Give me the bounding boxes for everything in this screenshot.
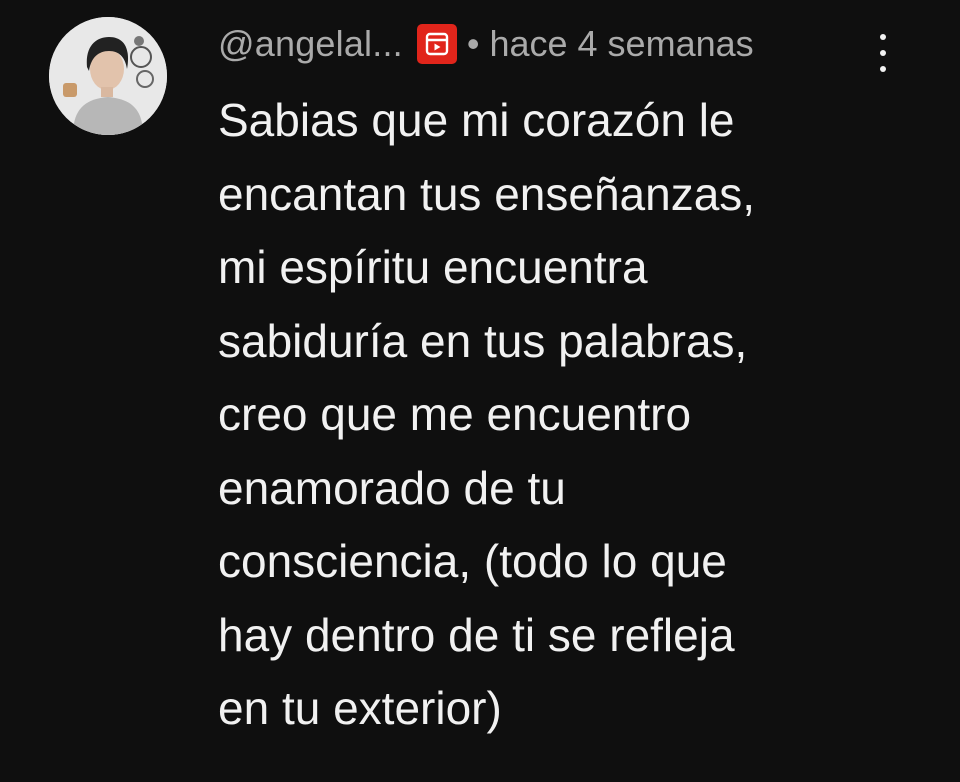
comment-line: encantan tus enseñanzas, [218, 167, 756, 220]
comment-author[interactable]: @angelal... [218, 23, 403, 65]
comment-line: creo que me encuentro [218, 388, 692, 440]
comment-text: Sabias que mi corazón le encantan tus en… [218, 84, 908, 746]
more-vertical-icon[interactable] [868, 30, 898, 76]
comment-timestamp[interactable]: hace 4 semanas [489, 23, 753, 65]
comment-line: en tu exterior) [218, 682, 502, 734]
comment-line: sabiduría en tus palabras, [218, 314, 748, 367]
comment-line: enamorado de tu [218, 461, 566, 514]
avatar[interactable] [49, 17, 167, 135]
comment-line: Sabias que mi corazón le [218, 94, 735, 146]
separator-dot: • [466, 23, 480, 64]
youtube-member-badge-icon [416, 24, 457, 64]
avatar-photo [49, 17, 167, 135]
comment-header: @angelal... • hace 4 semanas [218, 18, 754, 70]
comment-line: mi espíritu encuentra [218, 241, 648, 293]
comment-line: hay dentro de ti se refleja [218, 608, 735, 661]
comment-line: consciencia, (todo lo que [218, 535, 727, 587]
